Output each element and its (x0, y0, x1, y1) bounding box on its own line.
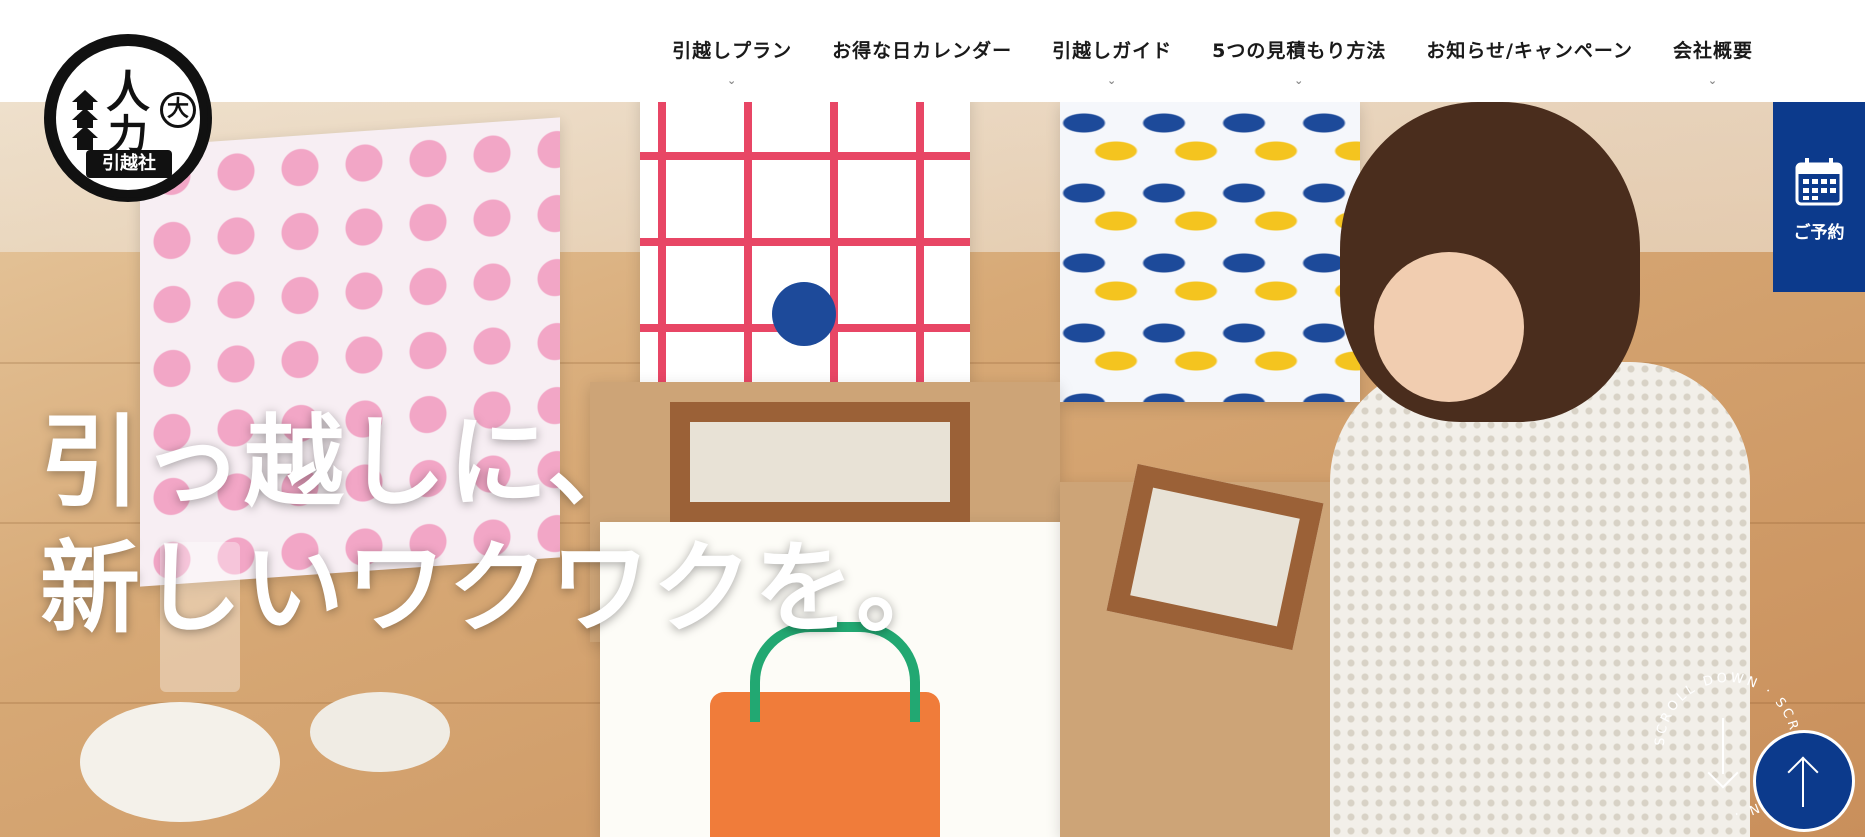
chevron-down-icon: ⌄ (1107, 74, 1118, 87)
nav-item-estimate[interactable]: 5つの見積もり方法 ⌄ (1192, 36, 1406, 96)
site-logo[interactable]: 人 力 大 引越社 (44, 34, 212, 202)
box-red-pattern (640, 102, 970, 412)
nav-item-news[interactable]: お知らせ/キャンペーン (1406, 36, 1653, 96)
dish-stack (80, 702, 280, 822)
box-birds (1060, 102, 1360, 402)
reserve-button[interactable]: ご予約 (1773, 102, 1865, 292)
nav-item-company[interactable]: 会社概要 ⌄ (1653, 36, 1773, 96)
nav-item-plans[interactable]: 引越しプラン ⌄ (652, 36, 812, 96)
logo-band: 引越社 (86, 150, 172, 178)
nav-item-calendar[interactable]: お得な日カレンダー (812, 36, 1032, 96)
nav-label: お得な日カレンダー (832, 40, 1013, 62)
page: 引っ越しに、 新しいワクワクを。 引越しプラン ⌄ お得な日カレンダー 引越しガ… (0, 0, 1865, 837)
bell-icon (772, 282, 836, 346)
site-header: 引越しプラン ⌄ お得な日カレンダー 引越しガイド ⌄ 5つの見積もり方法 ⌄ … (0, 0, 1865, 102)
arrow-up-head (1787, 756, 1819, 788)
nav-label: 引越しプラン (672, 40, 793, 62)
main-nav: 引越しプラン ⌄ お得な日カレンダー 引越しガイド ⌄ 5つの見積もり方法 ⌄ … (652, 36, 1773, 96)
pagoda-icon (72, 90, 98, 150)
back-to-top-button[interactable] (1753, 730, 1855, 832)
headline-line-1: 引っ越しに、 (40, 404, 649, 521)
chevron-down-icon: ⌄ (726, 74, 738, 87)
hero-headline: 引っ越しに、 新しいワクワクを。 (40, 400, 958, 652)
reserve-label: ご予約 (1793, 223, 1845, 243)
nav-label: お知らせ/キャンペーン (1426, 40, 1633, 62)
nav-item-guide[interactable]: 引越しガイド ⌄ (1032, 36, 1192, 96)
chevron-down-icon: ⌄ (1707, 74, 1719, 87)
chevron-down-icon: ⌄ (1294, 74, 1305, 87)
nav-label: 5つの見積もり方法 (1212, 40, 1387, 62)
logo-badge: 大 (160, 92, 196, 128)
calendar-icon (1795, 158, 1843, 206)
person-face (1374, 252, 1524, 402)
headline-line-2: 新しいワクワクを。 (40, 530, 958, 647)
nav-label: 引越しガイド (1052, 40, 1173, 62)
logo-inner: 人 力 大 引越社 (56, 46, 200, 190)
saucer (310, 692, 450, 772)
nav-label: 会社概要 (1672, 40, 1753, 62)
